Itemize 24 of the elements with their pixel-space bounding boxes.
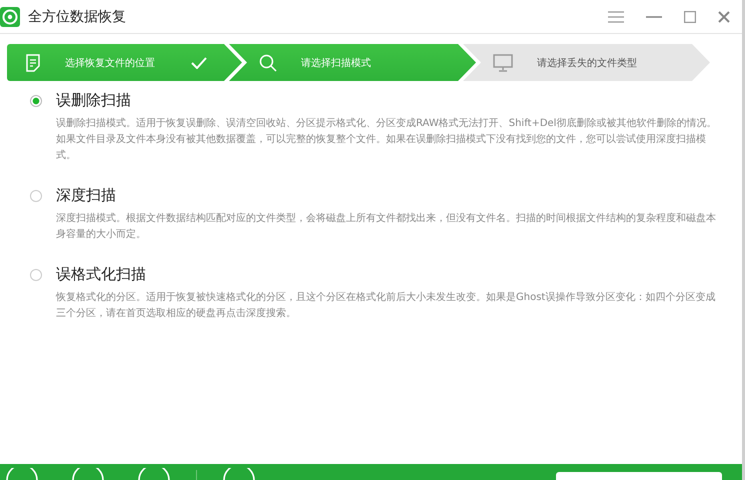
window-title: 全方位数据恢复	[28, 8, 126, 26]
round-button-icon[interactable]	[72, 468, 104, 480]
round-button-icon[interactable]	[138, 468, 170, 480]
step-label: 请选择扫描模式	[301, 56, 371, 70]
minimize-icon[interactable]	[646, 16, 662, 18]
scan-mode-title[interactable]: 误删除扫描	[56, 91, 131, 110]
scan-mode-description: 误删除扫描模式。适用于恢复误删除、误清空回收站、分区提示格式化、分区变成RAW格式无法打开、Shift+Del彻底删除或被其他软件删除的情况。如果文件目录及文件本身没有被其他数据覆盖，可以完整的恢复整个文件。如果在误删除扫描模式下没有找到您的文件，您可以尝试使用深度扫描模式。	[56, 116, 718, 163]
round-button-icon[interactable]	[6, 468, 38, 480]
scan-mode-description: 深度扫描模式。根据文件数据结构匹配对应的文件类型，会将磁盘上所有文件都找出来，但没有文件名。扫描的时间根据文件结构的复杂程度和磁盘本身容量的大小而定。	[56, 212, 717, 242]
scan-mode-title[interactable]: 误格式化扫描	[56, 265, 146, 284]
round-button-icon[interactable]	[223, 468, 255, 480]
document-icon	[25, 54, 41, 72]
step-label: 选择恢复文件的位置	[65, 56, 155, 70]
scan-mode-title[interactable]: 深度扫描	[56, 186, 116, 205]
radio-button[interactable]	[30, 190, 42, 202]
radio-button[interactable]	[30, 268, 42, 280]
search-icon	[259, 54, 277, 72]
step-label: 请选择丢失的文件类型	[537, 56, 637, 70]
maximize-icon[interactable]	[684, 10, 696, 22]
radio-button[interactable]	[30, 94, 42, 106]
scan-mode-description: 恢复格式化的分区。适用于恢复被快速格式化的分区，且这个分区在格式化前后大小未发生改变。如果是Ghost误操作导致分区变化：如四个分区变成三个分区，请在首页选取相应的硬盘再点击深度搜索。	[56, 290, 716, 321]
menu-icon[interactable]	[608, 10, 624, 22]
close-icon[interactable]	[718, 10, 730, 22]
monitor-icon	[493, 54, 513, 72]
